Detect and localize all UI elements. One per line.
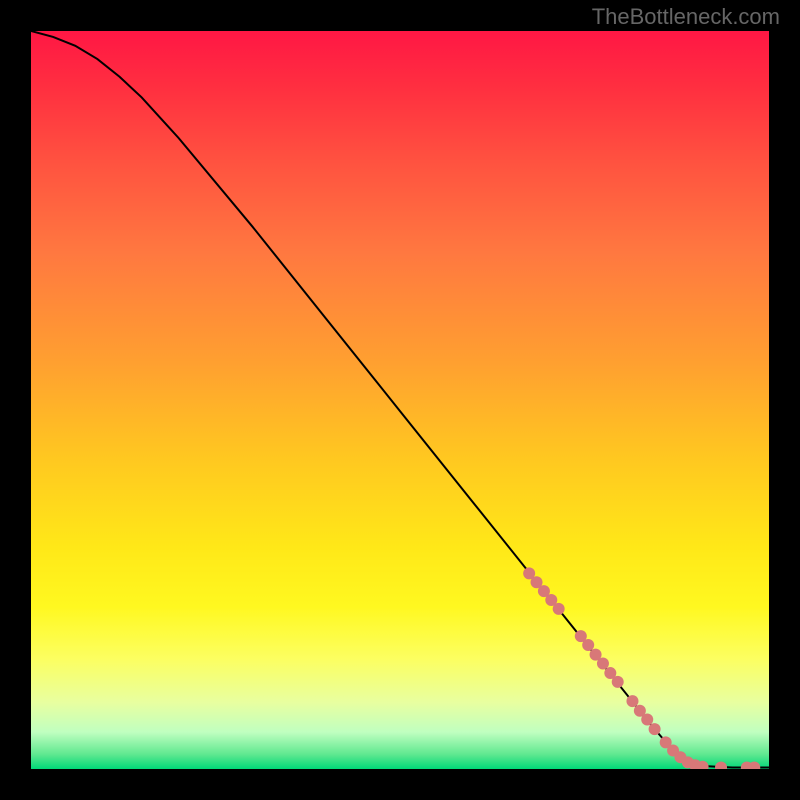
marker-point bbox=[582, 639, 594, 651]
marker-point bbox=[597, 657, 609, 669]
marker-point bbox=[612, 676, 624, 688]
marker-point bbox=[649, 723, 661, 735]
marker-point bbox=[641, 714, 653, 726]
marker-point bbox=[715, 762, 727, 769]
curve-line bbox=[31, 31, 769, 768]
plot-area bbox=[31, 31, 769, 769]
scatter-markers bbox=[523, 567, 760, 769]
chart-svg bbox=[31, 31, 769, 769]
marker-point bbox=[553, 603, 565, 615]
watermark-text: TheBottleneck.com bbox=[592, 4, 780, 30]
curve-path bbox=[31, 31, 769, 768]
marker-point bbox=[626, 695, 638, 707]
